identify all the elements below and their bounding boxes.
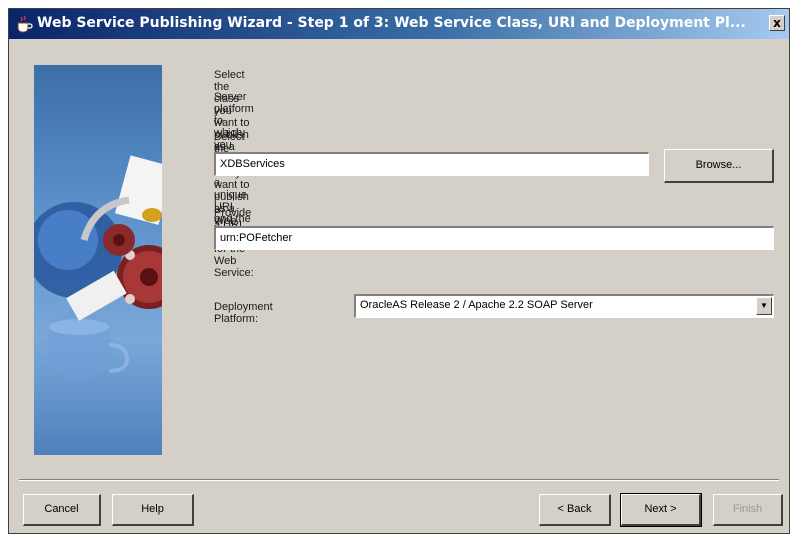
web-service-wizard-illustration bbox=[34, 65, 162, 455]
finish-button: Finish bbox=[713, 494, 783, 526]
class-input[interactable]: XDBServices bbox=[214, 152, 649, 176]
browse-button[interactable]: Browse... bbox=[664, 149, 774, 183]
deployment-platform-value: OracleAS Release 2 / Apache 2.2 SOAP Ser… bbox=[360, 299, 593, 311]
wizard-dialog: Web Service Publishing Wizard - Step 1 o… bbox=[8, 8, 790, 534]
back-button[interactable]: < Back bbox=[539, 494, 611, 526]
deployment-platform-select[interactable]: OracleAS Release 2 / Apache 2.2 SOAP Ser… bbox=[354, 294, 774, 318]
uri-input[interactable]: urn:POFetcher bbox=[214, 226, 774, 250]
deployment-platform-label: Deployment Platform: bbox=[214, 301, 273, 325]
dropdown-arrow-icon[interactable]: ▼ bbox=[756, 297, 772, 315]
window-title: Web Service Publishing Wizard - Step 1 o… bbox=[37, 15, 746, 31]
coffee-cup-title-icon bbox=[17, 15, 33, 33]
next-button[interactable]: Next > bbox=[620, 493, 702, 527]
wizard-artwork bbox=[34, 155, 162, 381]
close-icon[interactable]: x bbox=[769, 15, 785, 31]
footer-separator bbox=[19, 479, 779, 481]
title-bar[interactable]: Web Service Publishing Wizard - Step 1 o… bbox=[9, 9, 789, 39]
cancel-button[interactable]: Cancel bbox=[23, 494, 101, 526]
help-button[interactable]: Help bbox=[112, 494, 194, 526]
